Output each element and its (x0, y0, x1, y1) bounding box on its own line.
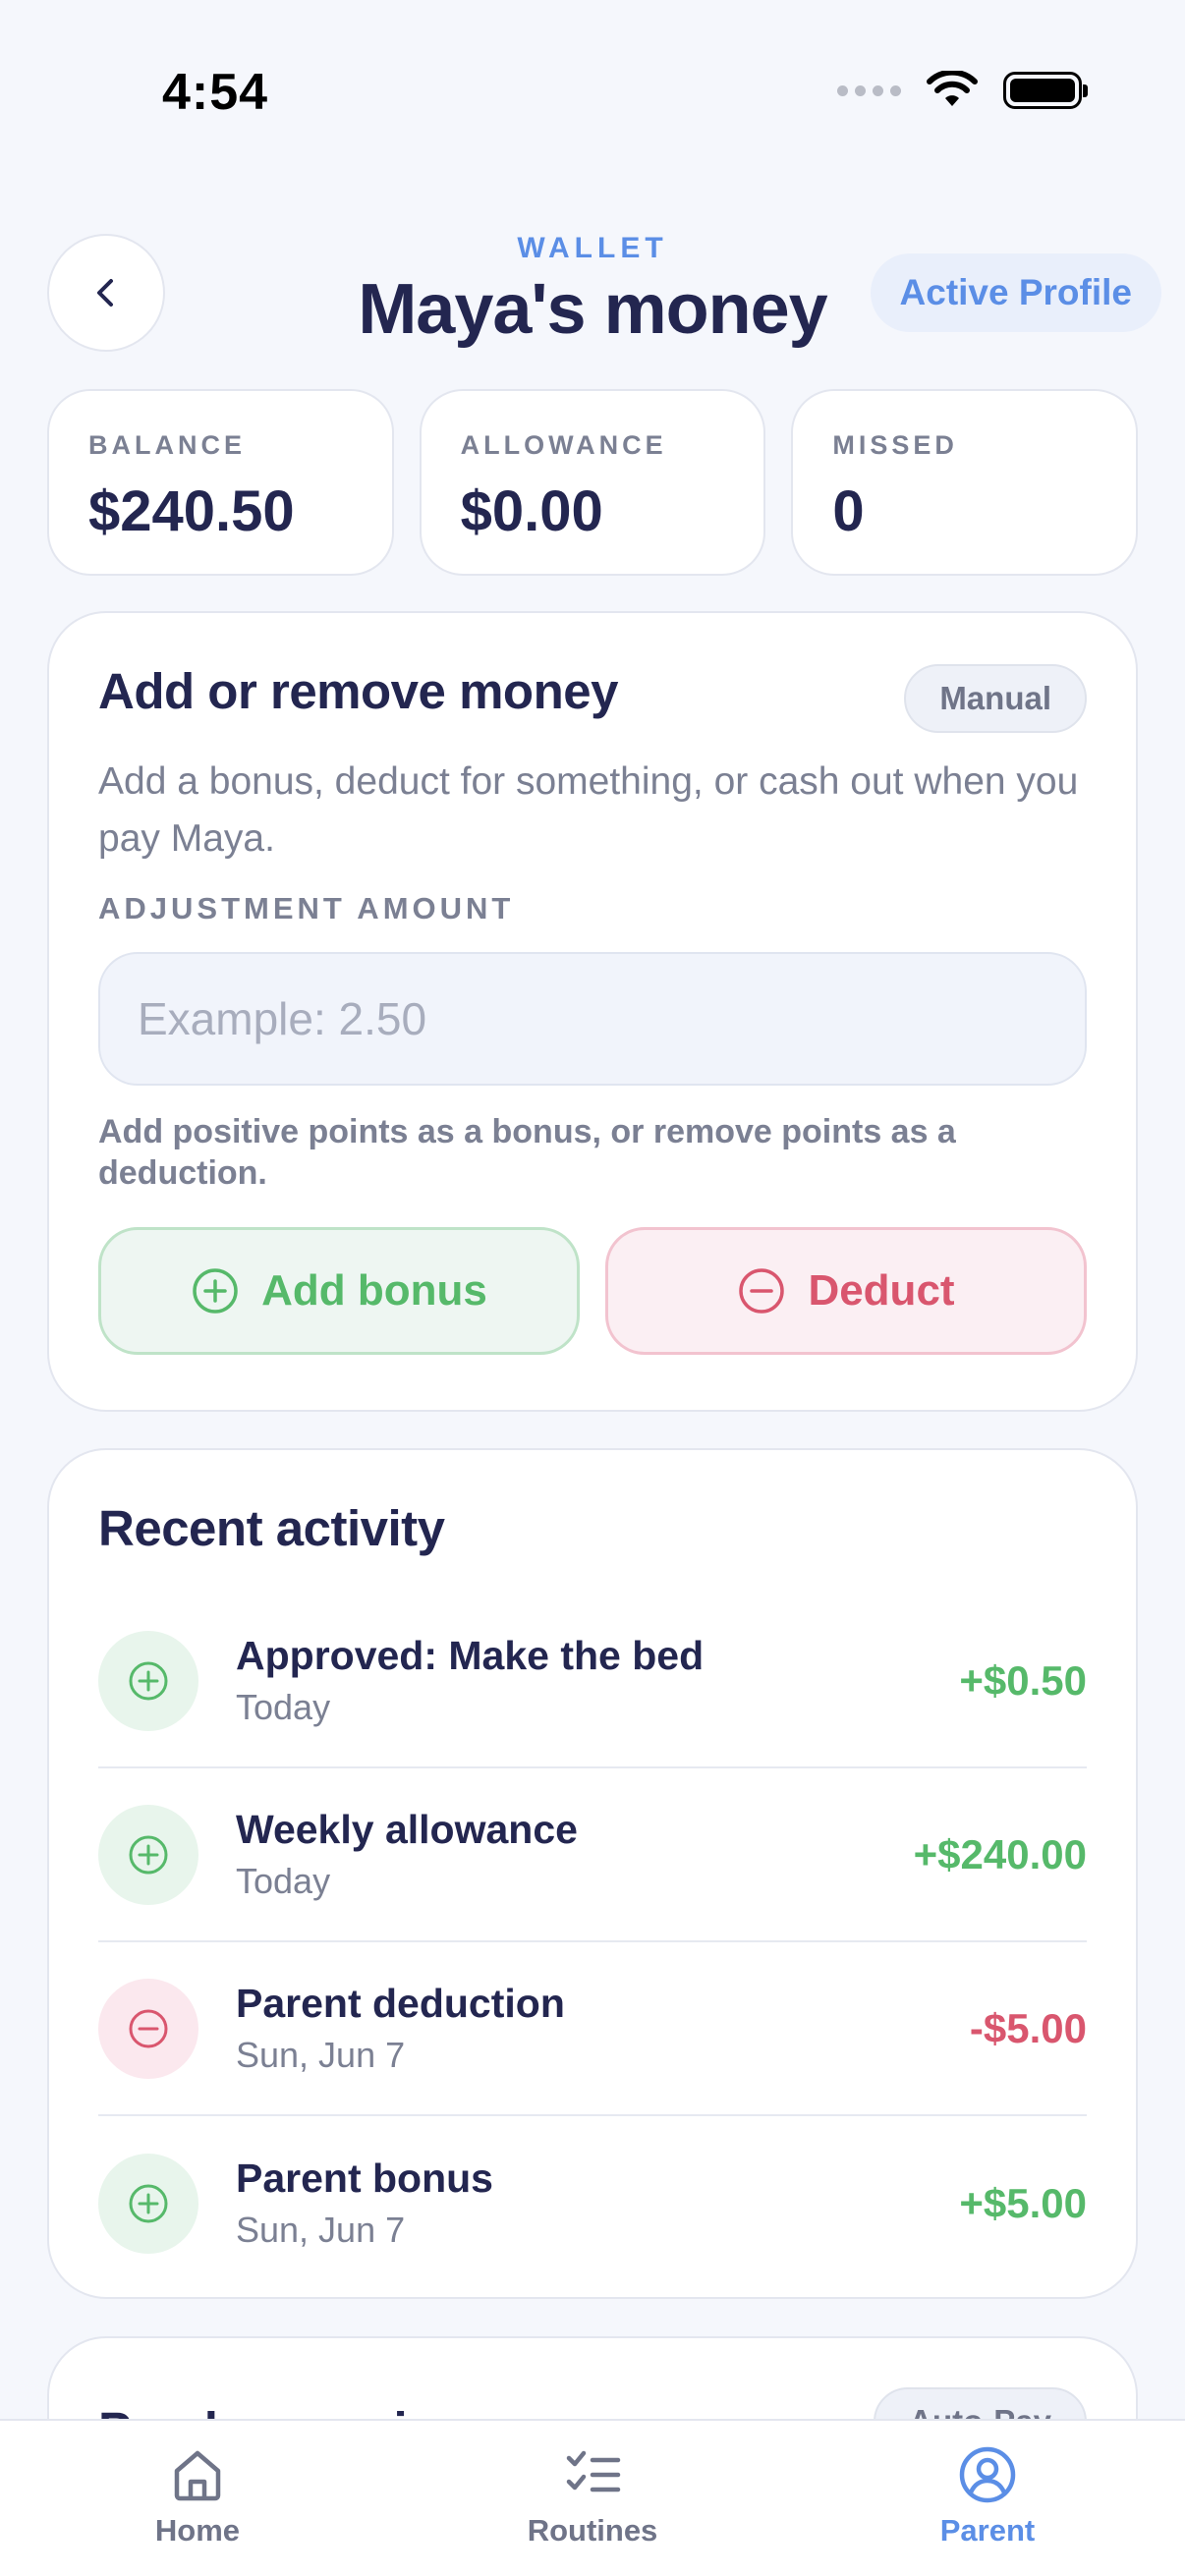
stat-label: BALANCE (88, 430, 246, 460)
adjustment-amount-input[interactable] (98, 952, 1087, 1086)
checklist-icon (566, 2450, 621, 2492)
list-item[interactable]: Parent bonus Sun, Jun 7 +$5.00 (98, 2116, 1087, 2290)
tab-routines[interactable]: Routines (395, 2421, 790, 2576)
adjustment-hint: Add positive points as a bonus, or remov… (98, 1113, 956, 1192)
adjust-actions: Add bonus Deduct (98, 1227, 1087, 1355)
activity-date: Sun, Jun 7 (236, 2035, 406, 2075)
tab-label: Home (154, 2513, 241, 2548)
adjust-description: Add a bonus, deduct for something, or ca… (98, 760, 1079, 860)
list-item[interactable]: Approved: Make the bed Today +$0.50 (98, 1595, 1087, 1768)
stat-label: MISSED (832, 430, 958, 460)
plus-circle-icon (193, 1268, 238, 1314)
activity-title: Parent bonus (236, 2156, 493, 2201)
activity-amount: +$0.50 (959, 1656, 1087, 1704)
recent-activity-card: Recent activity Approved: Make the bed T… (47, 1448, 1138, 2299)
status-time: 4:54 (162, 64, 269, 121)
list-item[interactable]: Parent deduction Sun, Jun 7 -$5.00 (98, 1942, 1087, 2116)
activity-amount: +$240.00 (913, 1830, 1087, 1877)
activity-title: Weekly allowance (236, 1807, 578, 1852)
wifi-icon (927, 71, 978, 106)
manual-badge: Manual (904, 664, 1087, 733)
balance-card: BALANCE $240.50 (47, 389, 394, 576)
allowance-card: ALLOWANCE $0.00 (419, 389, 766, 576)
activity-amount: -$5.00 (969, 2004, 1087, 2051)
activity-list: Approved: Make the bed Today +$0.50 Week… (98, 1595, 1087, 2290)
missed-card: MISSED 0 (791, 389, 1139, 576)
activity-date: Sun, Jun 7 (236, 2210, 406, 2250)
adjustment-amount-label: ADJUSTMENT AMOUNT (98, 891, 515, 925)
plus-circle-icon (98, 1630, 198, 1731)
deduct-label: Deduct (808, 1266, 955, 1315)
activity-amount: +$5.00 (959, 2179, 1087, 2226)
activity-card-title: Recent activity (98, 1500, 445, 1556)
activity-title: Approved: Make the bed (236, 1633, 705, 1678)
add-bonus-button[interactable]: Add bonus (98, 1227, 580, 1355)
activity-text: Approved: Make the bed Today (236, 1633, 959, 1728)
home-icon (174, 2450, 221, 2501)
stat-value: $240.50 (88, 479, 295, 543)
cellular-signal-icon (837, 84, 901, 96)
stats-row: BALANCE $240.50 ALLOWANCE $0.00 MISSED 0 (47, 389, 1139, 576)
tab-label: Parent (939, 2513, 1036, 2548)
active-profile-pill[interactable]: Active Profile (870, 253, 1161, 332)
battery-icon (1003, 72, 1088, 109)
activity-text: Parent deduction Sun, Jun 7 (236, 1981, 970, 2076)
user-circle-icon (959, 2446, 1016, 2503)
stat-value: 0 (832, 479, 865, 543)
tab-parent[interactable]: Parent (790, 2421, 1185, 2576)
plus-circle-icon (98, 1804, 198, 1905)
deduct-button[interactable]: Deduct (605, 1227, 1087, 1355)
status-bar: 4:54 (0, 0, 1185, 196)
minus-circle-icon (98, 1978, 198, 2079)
tab-bar: Home Routines Parent (0, 2419, 1185, 2576)
add-bonus-label: Add bonus (261, 1266, 487, 1315)
activity-date: Today (236, 1687, 331, 1727)
tab-home[interactable]: Home (0, 2421, 395, 2576)
stat-label: ALLOWANCE (460, 430, 667, 460)
plus-circle-icon (98, 2153, 198, 2254)
status-indicators (837, 71, 1088, 110)
list-item[interactable]: Weekly allowance Today +$240.00 (98, 1768, 1087, 1942)
wallet-screen: 4:54 WALLET Maya's money Active Profile … (0, 0, 1185, 2576)
activity-date: Today (236, 1861, 331, 1901)
activity-text: Weekly allowance Today (236, 1807, 914, 1902)
stat-value: $0.00 (460, 479, 603, 543)
tab-label: Routines (527, 2513, 658, 2548)
adjust-money-card: Add or remove money Manual Add a bonus, … (47, 611, 1138, 1412)
page-header: WALLET Maya's money Active Profile (0, 216, 1185, 364)
activity-text: Parent bonus Sun, Jun 7 (236, 2156, 959, 2251)
activity-title: Parent deduction (236, 1981, 565, 2026)
minus-circle-icon (739, 1268, 785, 1314)
